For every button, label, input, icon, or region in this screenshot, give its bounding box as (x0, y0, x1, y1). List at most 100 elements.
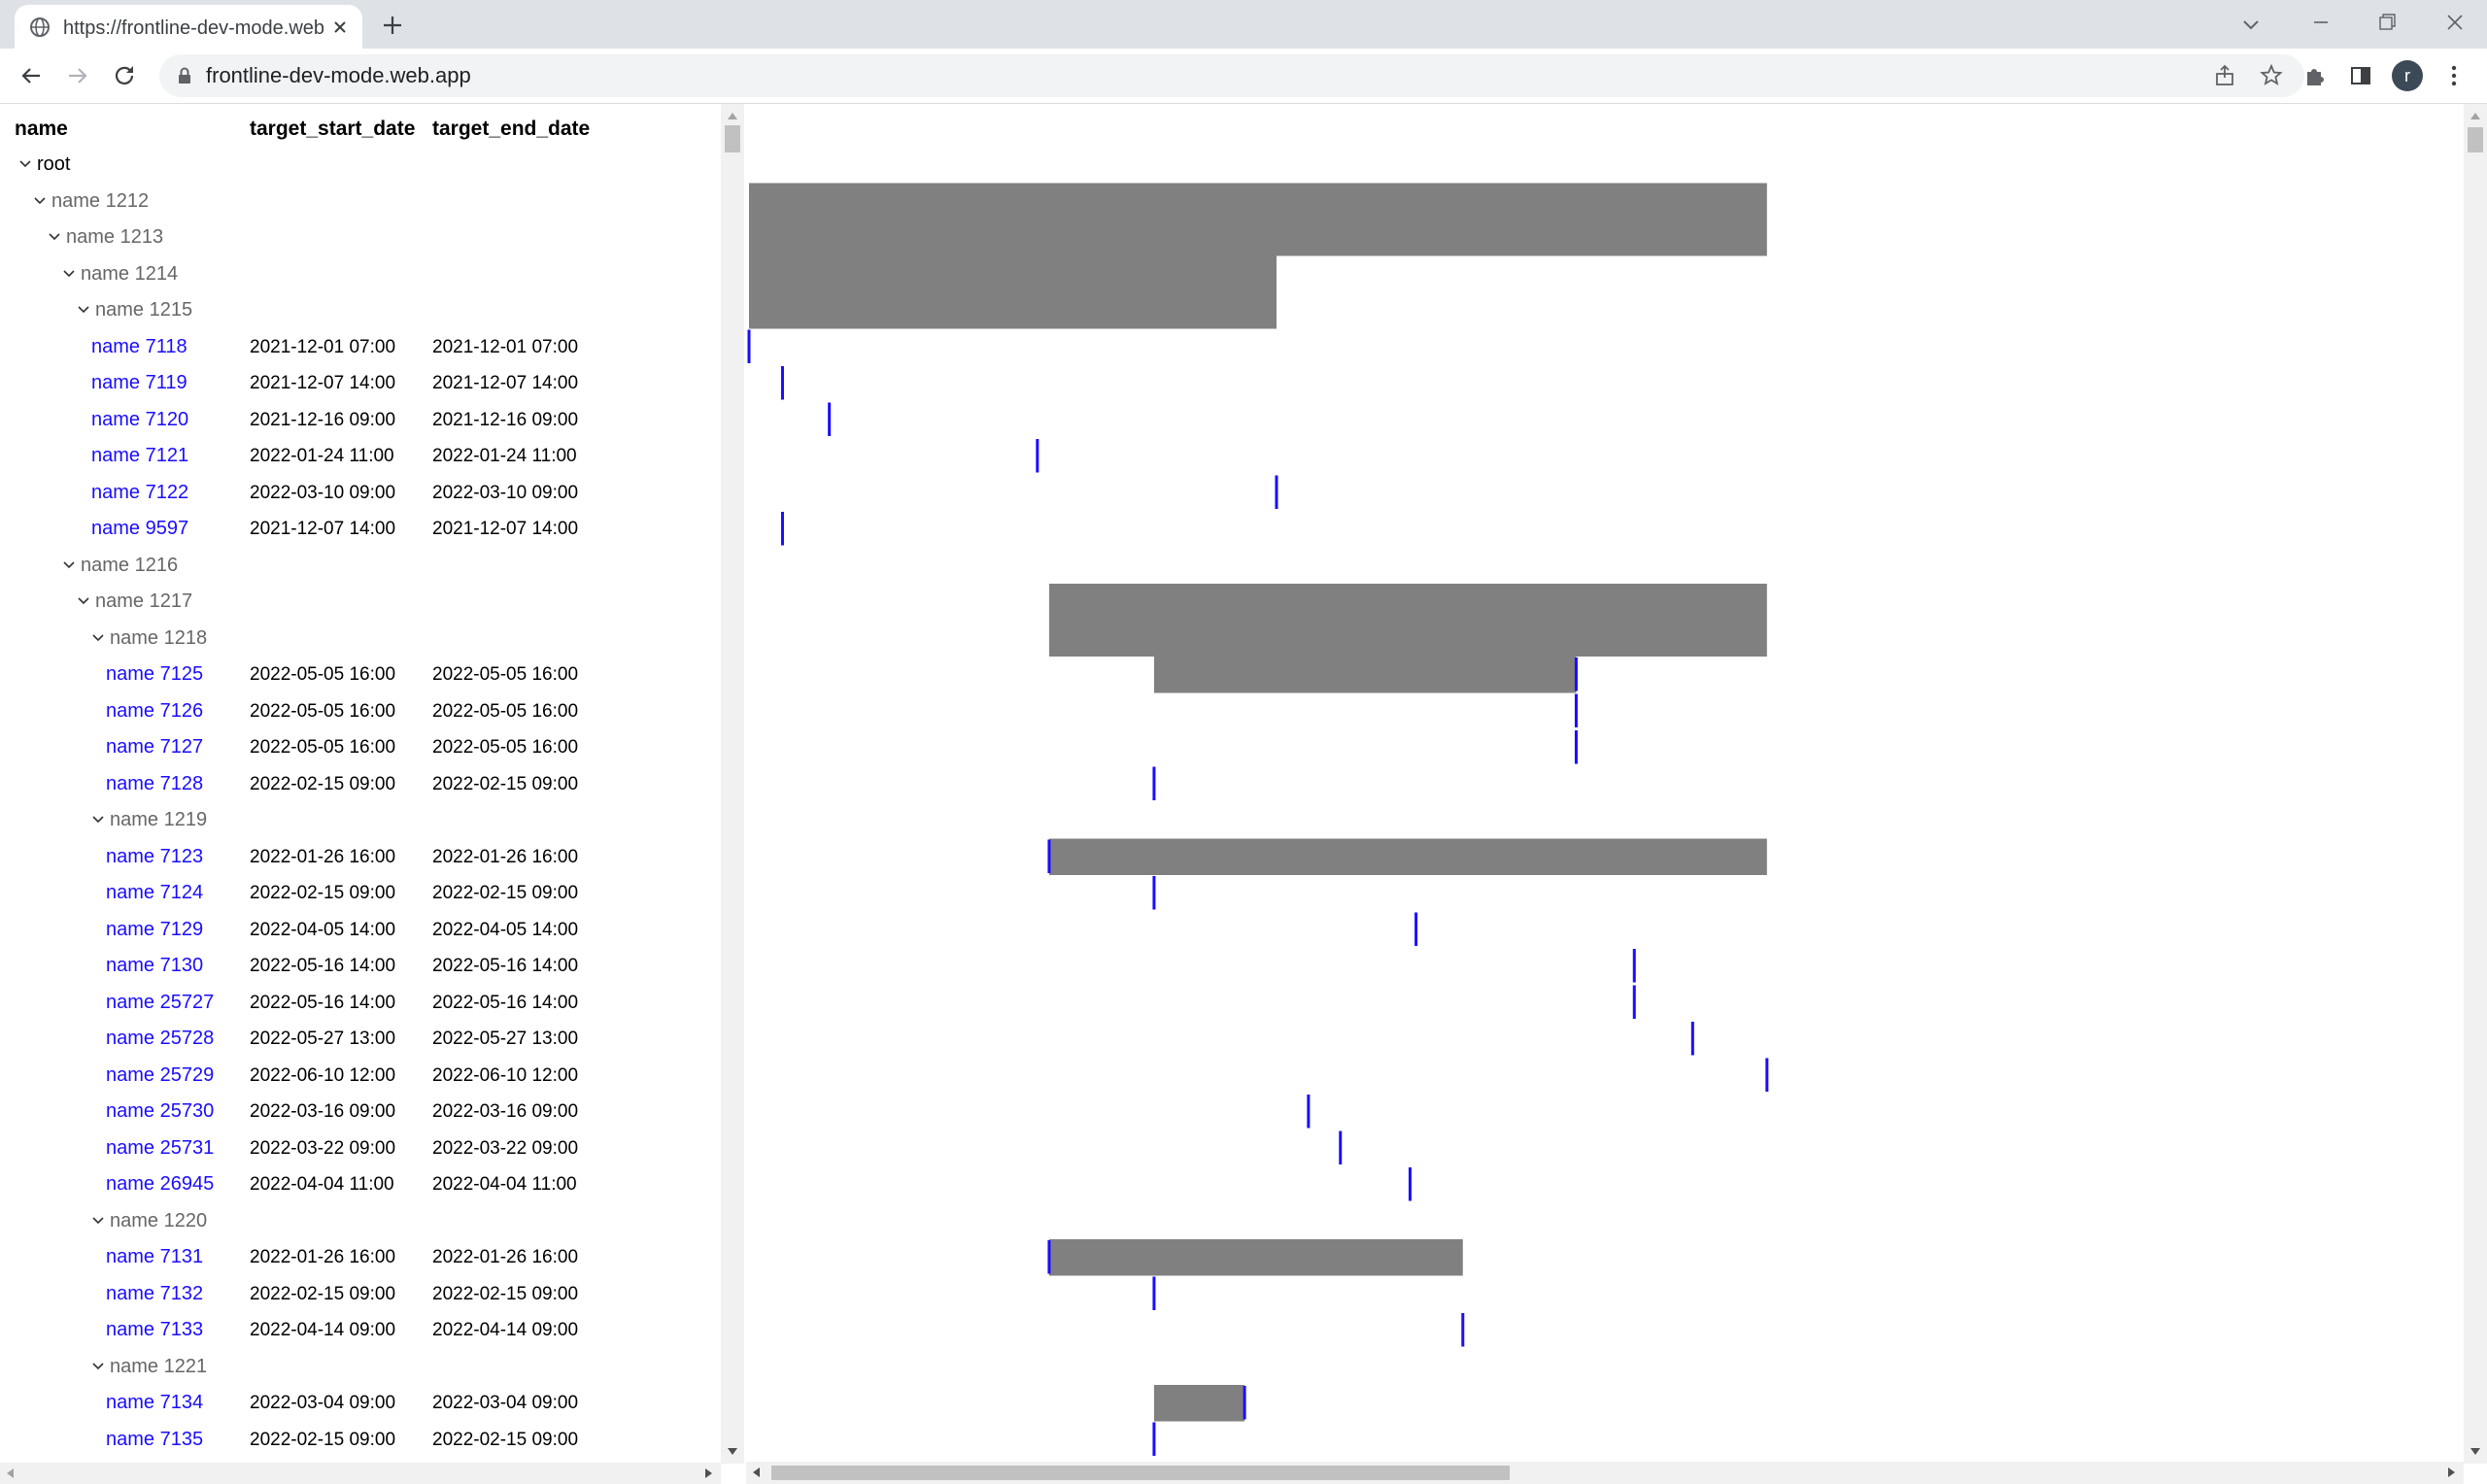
group-span-bar[interactable] (749, 255, 1277, 293)
row-name[interactable]: name 25731 (106, 1130, 214, 1166)
expand-chevron-icon[interactable] (61, 256, 77, 292)
row-name[interactable]: name 7126 (106, 693, 203, 729)
group-row[interactable]: name 1217 (0, 584, 721, 620)
back-arrow-icon[interactable] (16, 60, 47, 91)
group-span-bar[interactable] (1153, 1385, 1245, 1422)
milestone-marker[interactable] (1574, 730, 1578, 764)
extensions-puzzle-icon[interactable] (2299, 60, 2330, 91)
expand-chevron-icon[interactable] (32, 184, 48, 219)
group-row[interactable]: name 1212 (0, 184, 721, 219)
gantt-vertical-scrollbar[interactable] (2464, 104, 2487, 1464)
task-row[interactable]: name 7119 2021-12-07 14:00 2021-12-07 14:0… (0, 365, 721, 401)
task-row[interactable]: name 9597 2021-12-07 14:00 2021-12-07 14:0… (0, 511, 721, 547)
milestone-marker[interactable] (1275, 475, 1278, 510)
row-name[interactable]: name 7122 (91, 475, 188, 511)
milestone-marker[interactable] (1632, 985, 1636, 1020)
column-header-name[interactable]: name (15, 112, 68, 147)
row-name[interactable]: name 7124 (106, 875, 203, 911)
share-icon[interactable] (2211, 62, 2238, 89)
lock-icon[interactable] (173, 64, 196, 87)
milestone-marker[interactable] (1690, 1022, 1694, 1056)
task-row[interactable]: name 7121 2022-01-24 11:00 2022-01-24 11:0… (0, 438, 721, 474)
expand-chevron-icon[interactable] (90, 1349, 106, 1385)
milestone-marker[interactable] (1243, 1386, 1246, 1420)
minimize-window-icon[interactable] (2306, 8, 2335, 37)
left-horizontal-scrollbar[interactable] (0, 1463, 721, 1484)
milestone-marker[interactable] (1408, 1167, 1412, 1201)
task-row[interactable]: name 7123 2022-01-26 16:00 2022-01-26 16:0… (0, 839, 721, 875)
task-row[interactable]: name 7126 2022-05-05 16:00 2022-05-05 16:0… (0, 693, 721, 729)
group-span-bar[interactable] (1048, 838, 1767, 876)
task-row[interactable]: name 25729 2022-06-10 12:00 2022-06-10 12:… (0, 1058, 721, 1094)
scroll-down-arrow-icon[interactable] (2469, 1444, 2482, 1458)
task-row[interactable]: name 7130 2022-05-16 14:00 2022-05-16 14:0… (0, 948, 721, 984)
milestone-marker[interactable] (747, 329, 751, 364)
group-row[interactable]: name 1220 (0, 1203, 721, 1239)
task-row[interactable]: name 7118 2021-12-01 07:00 2021-12-01 07:0… (0, 329, 721, 365)
expand-chevron-icon[interactable] (17, 147, 33, 183)
group-span-bar[interactable] (1153, 657, 1577, 693)
row-name[interactable]: name 26945 (106, 1166, 214, 1202)
row-name[interactable]: name 7134 (106, 1385, 203, 1421)
task-row[interactable]: name 7128 2022-02-15 09:00 2022-02-15 09:0… (0, 766, 721, 802)
group-row[interactable]: name 1218 (0, 621, 721, 657)
new-tab-plus-icon[interactable] (377, 10, 408, 41)
row-name[interactable]: name 7123 (106, 839, 203, 875)
expand-chevron-icon[interactable] (47, 219, 62, 255)
scroll-up-arrow-icon[interactable] (726, 110, 739, 123)
milestone-marker[interactable] (1047, 1240, 1051, 1274)
task-row[interactable]: name 7127 2022-05-05 16:00 2022-05-05 16:0… (0, 729, 721, 765)
expand-chevron-icon[interactable] (76, 584, 91, 620)
milestone-marker[interactable] (1036, 439, 1039, 473)
milestone-marker[interactable] (1414, 912, 1418, 947)
side-panel-icon[interactable] (2345, 60, 2376, 91)
milestone-marker[interactable] (1632, 949, 1636, 983)
address-bar[interactable]: frontline-dev-mode.web.app (159, 54, 2304, 97)
row-name[interactable]: name 25727 (106, 985, 214, 1021)
row-name[interactable]: name 25728 (106, 1021, 214, 1057)
row-name[interactable]: name 7130 (106, 948, 203, 984)
task-row[interactable]: name 26945 2022-04-04 11:00 2022-04-04 11:… (0, 1166, 721, 1202)
gantt-hscroll-thumb[interactable] (771, 1466, 1510, 1480)
milestone-marker[interactable] (1152, 1276, 1156, 1311)
bookmark-star-icon[interactable] (2258, 62, 2285, 89)
root-row[interactable]: root (0, 147, 721, 183)
task-row[interactable]: name 7131 2022-01-26 16:00 2022-01-26 16:0… (0, 1239, 721, 1275)
row-name[interactable]: name 7128 (106, 766, 203, 802)
task-row[interactable]: name 7120 2021-12-16 09:00 2021-12-16 09:0… (0, 402, 721, 438)
row-name[interactable]: name 7135 (106, 1422, 203, 1458)
expand-chevron-icon[interactable] (90, 802, 106, 838)
task-row[interactable]: name 7135 2022-02-15 09:00 2022-02-15 09:0… (0, 1422, 721, 1458)
group-span-bar[interactable] (749, 219, 1767, 256)
row-name[interactable]: name 7120 (91, 402, 188, 438)
close-tab-icon[interactable] (327, 15, 353, 40)
task-row[interactable]: name 7132 2022-02-15 09:00 2022-02-15 09:0… (0, 1276, 721, 1312)
browser-tab[interactable]: https://frontline-dev-mode.web.app (15, 5, 362, 49)
group-span-bar[interactable] (1048, 1239, 1463, 1276)
row-name[interactable]: name 7129 (106, 912, 203, 948)
gantt-vscroll-thumb[interactable] (2468, 127, 2483, 152)
milestone-marker[interactable] (1152, 876, 1156, 910)
scroll-right-arrow-icon[interactable] (701, 1467, 715, 1480)
milestone-marker[interactable] (1307, 1095, 1311, 1129)
row-name[interactable]: name 25729 (106, 1058, 214, 1094)
group-row[interactable]: name 1221 (0, 1349, 721, 1385)
milestone-marker[interactable] (1765, 1058, 1769, 1093)
expand-chevron-icon[interactable] (61, 548, 77, 584)
milestone-marker[interactable] (780, 366, 784, 400)
task-row[interactable]: name 7134 2022-03-04 09:00 2022-03-04 09:0… (0, 1385, 721, 1421)
close-window-icon[interactable] (2440, 8, 2470, 37)
scroll-left-arrow-icon[interactable] (750, 1466, 764, 1479)
group-row[interactable]: name 1216 (0, 548, 721, 584)
group-row[interactable]: name 1213 (0, 219, 721, 255)
milestone-marker[interactable] (1152, 766, 1156, 801)
task-row[interactable]: name 7133 2022-04-14 09:00 2022-04-14 09:0… (0, 1312, 721, 1348)
milestone-marker[interactable] (1047, 839, 1051, 874)
milestone-marker[interactable] (1574, 693, 1578, 728)
task-row[interactable]: name 25727 2022-05-16 14:00 2022-05-16 14:… (0, 985, 721, 1021)
milestone-marker[interactable] (828, 402, 832, 437)
scroll-left-arrow-icon[interactable] (4, 1467, 17, 1480)
left-scroll-thumb[interactable] (725, 125, 740, 152)
row-name[interactable]: name 7127 (106, 729, 203, 765)
group-span-bar[interactable] (1048, 620, 1767, 658)
